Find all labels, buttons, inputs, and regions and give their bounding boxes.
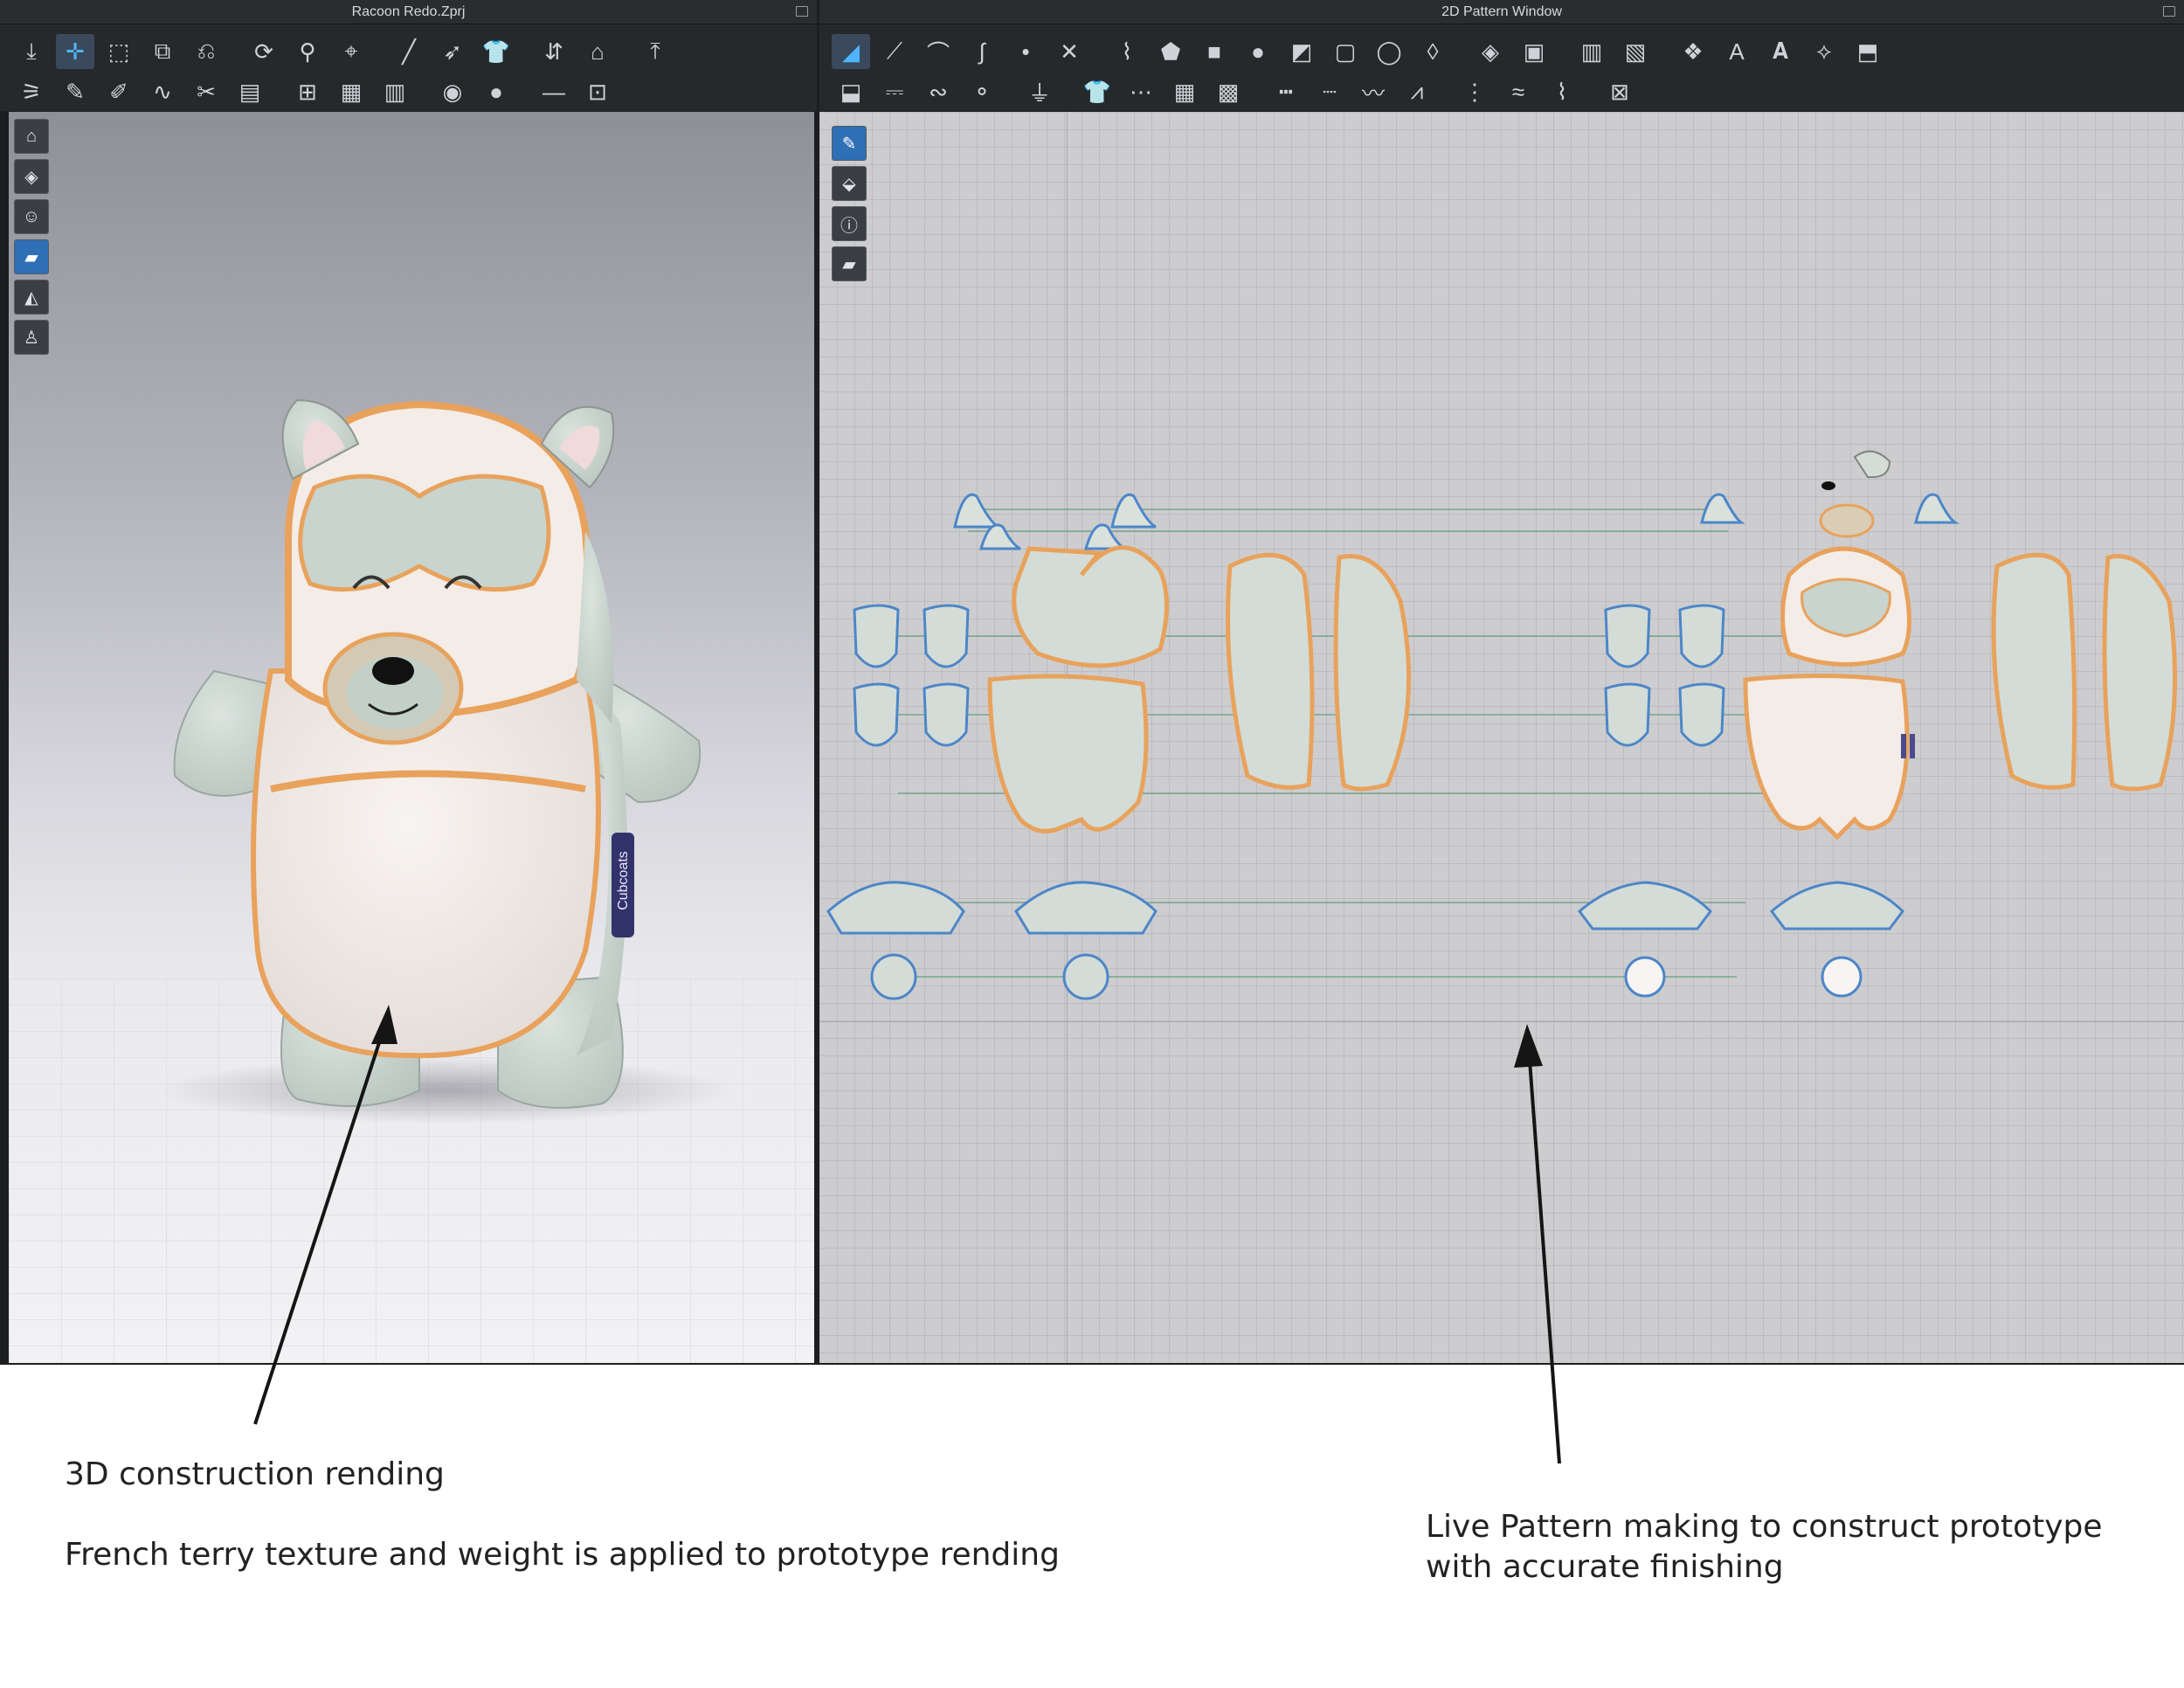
shirt-pattern-icon[interactable]: ▥ <box>376 74 414 109</box>
3d-window-titlebar: Racoon Redo.Zprj <box>0 0 817 24</box>
arrow-up-icon[interactable]: ⤒ <box>636 34 674 69</box>
brush-icon[interactable]: ✐ <box>100 74 138 109</box>
wave-icon[interactable]: ∿ <box>143 74 182 109</box>
pleat-icon[interactable]: ▥ <box>1572 34 1611 69</box>
piping-icon[interactable]: ≈ <box>1499 74 1538 109</box>
3d-toolbar-row-1: ⤓ ✛ ⬚ ⧉ ⎌ ⟳ ⚲ ⌖ ╱ ➶ 👕 ⇵ ⌂ ⤒ <box>12 31 806 72</box>
caption-pattern-line2: with accurate finishing <box>1426 1549 1784 1585</box>
3d-toolbar: ⤓ ✛ ⬚ ⧉ ⎌ ⟳ ⚲ ⌖ ╱ ➶ 👕 ⇵ ⌂ ⤒ ⚞ ✎ ✐ ∿ ✂ ▤ ⊞ ▦ ▥ ◉ ● — ⊡ <box>0 24 817 111</box>
elastic-icon[interactable]: ⌇ <box>1543 74 1581 109</box>
2d-toolbar: ◢ ⟋ ⌒ ∫ • ✕ ⌇ ⬟ ■ ● ◩ ▢ ◯ ◊ ◈ ▣ ▥ ▧ ❖ A 𝐀 ⟡ ⬒ ⬓ ⎓ ∾ ⚬ ⏚ 👕 ⋯ ▦ ▩ ┅ ┈ 〰 ⩘ ⋮ ≈ ⌇… <box>819 24 2184 111</box>
trace-icon[interactable]: ◩ <box>1282 34 1321 69</box>
ear-pieces[interactable] <box>953 493 1960 550</box>
lock-icon[interactable]: ⊡ <box>578 74 617 109</box>
pin-icon[interactable]: ⚲ <box>288 34 327 69</box>
side-body-pieces[interactable] <box>1226 552 2178 792</box>
topstitch-icon[interactable]: ⋮ <box>1455 74 1494 109</box>
face-front-piece[interactable] <box>1780 450 1911 667</box>
2d-pattern-window: 2D Pattern Window ◢ ⟋ ⌒ ∫ • ✕ ⌇ ⬟ ■ ● ◩ ▢ ◯ ◊ ◈ ▣ ▥ ▧ ❖ A 𝐀 ⟡… <box>819 0 2184 1365</box>
scissors-icon[interactable]: ✂ <box>187 74 225 109</box>
3d-window-title: Racoon Redo.Zprj <box>351 4 466 19</box>
needle-icon[interactable]: ➶ <box>433 34 472 69</box>
2d-toolbar-row-1: ◢ ⟋ ⌒ ∫ • ✕ ⌇ ⬟ ■ ● ◩ ▢ ◯ ◊ ◈ ▣ ▥ ▧ ❖ A 𝐀 ⟡ ⬒ <box>832 31 2174 72</box>
undock-icon[interactable] <box>2163 6 2175 17</box>
iron-icon[interactable]: ⏚ <box>1020 74 1059 109</box>
3d-toolbar-row-2: ⚞ ✎ ✐ ∿ ✂ ▤ ⊞ ▦ ▥ ◉ ● — ⊡ <box>12 72 806 112</box>
pattern-pieces[interactable] <box>819 112 2184 1363</box>
head-back-piece[interactable] <box>1012 545 1169 668</box>
grid-icon[interactable]: ▦ <box>1165 74 1204 109</box>
tack-icon[interactable]: ⌖ <box>332 34 370 69</box>
transform-icon[interactable]: ⧉ <box>143 34 182 69</box>
arrow-down-icon[interactable]: ⤓ <box>12 34 51 69</box>
measure-icon[interactable]: ⟡ <box>1805 34 1843 69</box>
shirt-icon[interactable]: 👕 <box>477 34 515 69</box>
body-back-piece[interactable] <box>987 674 1149 834</box>
edit-point-icon[interactable]: ⟋ <box>875 34 914 69</box>
trim-icon[interactable]: ⊠ <box>1600 74 1639 109</box>
simulate-icon[interactable]: ⟳ <box>245 34 283 69</box>
move-icon[interactable]: ✛ <box>56 34 94 69</box>
dotted-line-icon[interactable]: ┈ <box>1310 74 1349 109</box>
text-a-large-icon[interactable]: 𝐀 <box>1761 34 1800 69</box>
pen-icon[interactable]: ✎ <box>56 74 94 109</box>
ellipse-icon[interactable]: ◯ <box>1370 34 1408 69</box>
seam-icon[interactable]: ⬓ <box>832 74 870 109</box>
belly-front-piece[interactable] <box>1743 673 1915 841</box>
curve-point-icon[interactable]: ∫ <box>963 34 1001 69</box>
segment-icon[interactable]: ⎓ <box>875 74 914 109</box>
2d-pattern-canvas[interactable]: ✎ ⬙ ⓘ ▰ <box>819 112 2184 1363</box>
caption-pattern-line1: Live Pattern making to construct prototy… <box>1426 1509 2103 1545</box>
grid-icon[interactable]: ▦ <box>332 74 370 109</box>
fold-icon[interactable]: ⎌ <box>187 34 225 69</box>
brand-tag-text: Cubcoats <box>616 851 631 910</box>
curve-icon[interactable]: ⌒ <box>919 34 957 69</box>
3d-window: Racoon Redo.Zprj ⤓ ✛ ⬚ ⧉ ⎌ ⟳ ⚲ ⌖ ╱ ➶ 👕 ⇵ ⌂ ⤒ ⚞ ✎ ✐ ∿ ✂ ▤ ⊞ ▦… <box>0 0 817 1365</box>
line-tool-icon[interactable]: — <box>535 74 573 109</box>
caption-3d-body: French terry texture and weight is appli… <box>65 1537 1060 1573</box>
line-icon[interactable]: ╱ <box>390 34 428 69</box>
wavy-line-icon[interactable]: 〰 <box>1354 74 1393 109</box>
2d-window-title: 2D Pattern Window <box>1441 4 1562 19</box>
tack-point-icon[interactable]: ⚬ <box>963 74 1001 109</box>
layer-icon[interactable]: ▧ <box>1616 34 1655 69</box>
block-icon[interactable]: ▣ <box>1515 34 1553 69</box>
undock-icon[interactable] <box>796 6 808 17</box>
fabric-icon[interactable]: ❖ <box>1674 34 1712 69</box>
app-window: Racoon Redo.Zprj ⤓ ✛ ⬚ ⧉ ⎌ ⟳ ⚲ ⌖ ╱ ➶ 👕 ⇵ ⌂ ⤒ ⚞ ✎ ✐ ∿ ✂ ▤ ⊞ ▦… <box>0 0 2184 1365</box>
pattern-grid-icon[interactable]: ▩ <box>1209 74 1248 109</box>
2d-window-titlebar: 2D Pattern Window <box>819 0 2184 24</box>
circle-icon[interactable]: ● <box>1239 34 1277 69</box>
select-pattern-icon[interactable]: ◢ <box>832 34 870 69</box>
shape-icon[interactable]: ◈ <box>1471 34 1510 69</box>
stitch-icon[interactable]: ⋯ <box>1122 74 1160 109</box>
free-seam-icon[interactable]: ∾ <box>919 74 957 109</box>
arm-pieces[interactable] <box>826 881 1904 935</box>
add-point-icon[interactable]: • <box>1006 34 1045 69</box>
cut-icon[interactable]: ✕ <box>1050 34 1089 69</box>
shirt-icon[interactable]: 👕 <box>1078 74 1116 109</box>
box-icon[interactable]: ▢ <box>1326 34 1365 69</box>
polygon-icon[interactable]: ⬟ <box>1151 34 1190 69</box>
2d-toolbar-row-2: ⬓ ⎓ ∾ ⚬ ⏚ 👕 ⋯ ▦ ▩ ┅ ┈ 〰 ⩘ ⋮ ≈ ⌇ ⊠ <box>832 72 2174 112</box>
walk-icon[interactable]: ⚞ <box>12 74 51 109</box>
box-select-icon[interactable]: ⬚ <box>100 34 138 69</box>
button-icon[interactable]: ◉ <box>433 74 472 109</box>
avatar-icon[interactable]: ⌂ <box>578 34 617 69</box>
3d-viewport[interactable]: ⌂ ◈ ☺ ▰ ◭ ♙ Cubcoats <box>9 112 814 1363</box>
dash-line-icon[interactable]: ┅ <box>1267 74 1305 109</box>
raccoon-3d-model[interactable]: Cubcoats <box>9 112 814 1363</box>
internal-line-icon[interactable]: ⌇ <box>1108 34 1146 69</box>
caption-3d-title: 3D construction rending <box>65 1456 445 1492</box>
dot-icon[interactable]: ● <box>477 74 515 109</box>
rectangle-icon[interactable]: ■ <box>1195 34 1234 69</box>
garment-icon[interactable]: ⊞ <box>288 74 327 109</box>
text-a-icon[interactable]: A <box>1717 34 1756 69</box>
dart-icon[interactable]: ◊ <box>1413 34 1452 69</box>
arrange-icon[interactable]: ⇵ <box>535 34 573 69</box>
tag-icon[interactable]: ⬒ <box>1849 34 1887 69</box>
zigzag-icon[interactable]: ⩘ <box>1398 74 1436 109</box>
stack-icon[interactable]: ▤ <box>231 74 269 109</box>
